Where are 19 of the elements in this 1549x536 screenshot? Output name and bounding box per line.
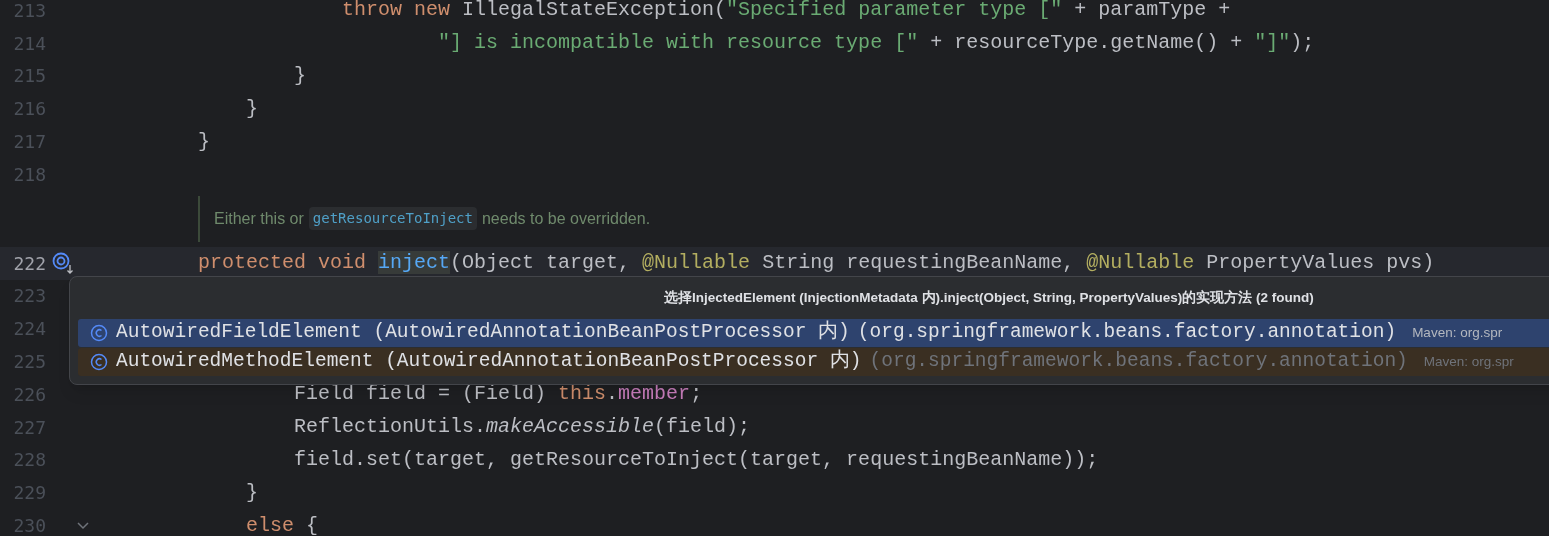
code-line: throw new IllegalStateException("Specified parameter type [" + paramType +	[341, 0, 1231, 21]
code-line: }	[245, 482, 259, 503]
code-line: field.set(target, getResourceToInject(target, requestingBeanName));	[293, 449, 1099, 470]
class-icon	[90, 324, 108, 342]
code-line: }	[197, 131, 211, 152]
line-number: 222	[13, 252, 46, 274]
code-line: ReflectionUtils.makeAccessible(field);	[293, 417, 751, 438]
class-icon	[90, 353, 108, 371]
code-line: protected void inject(Object target, @Nullable String requestingBeanName, @Nullable PropertyValues pvs)	[197, 253, 1435, 274]
code-line: else {	[245, 515, 319, 536]
code-line: }	[245, 98, 259, 119]
popup-title: 选择InjectedElement (InjectionMetadata 内).inject(Object, String, PropertyValues)的实现方法 (2 found)	[664, 288, 1314, 307]
code-line: }	[293, 66, 307, 86]
code-line: "] is incompatible with resource type [" + resourceType.getName() + "]");	[437, 33, 1315, 54]
doc-comment: Either this or getResourceToInject needs to be overridden.	[214, 206, 651, 231]
fold-chevron-icon[interactable]	[76, 520, 90, 531]
implementation-item[interactable]: AutowiredFieldElement (AutowiredAnnotationBeanPostProcessor 内) (org.springframework.beans.factory.annotation) Maven: org.spr	[78, 319, 1549, 347]
implementations-gutter-icon[interactable]	[52, 252, 74, 275]
implementation-item[interactable]: AutowiredMethodElement (AutowiredAnnotationBeanPostProcessor 内) (org.springframework.beans.factory.annotation) Maven: org.spr	[78, 348, 1549, 376]
